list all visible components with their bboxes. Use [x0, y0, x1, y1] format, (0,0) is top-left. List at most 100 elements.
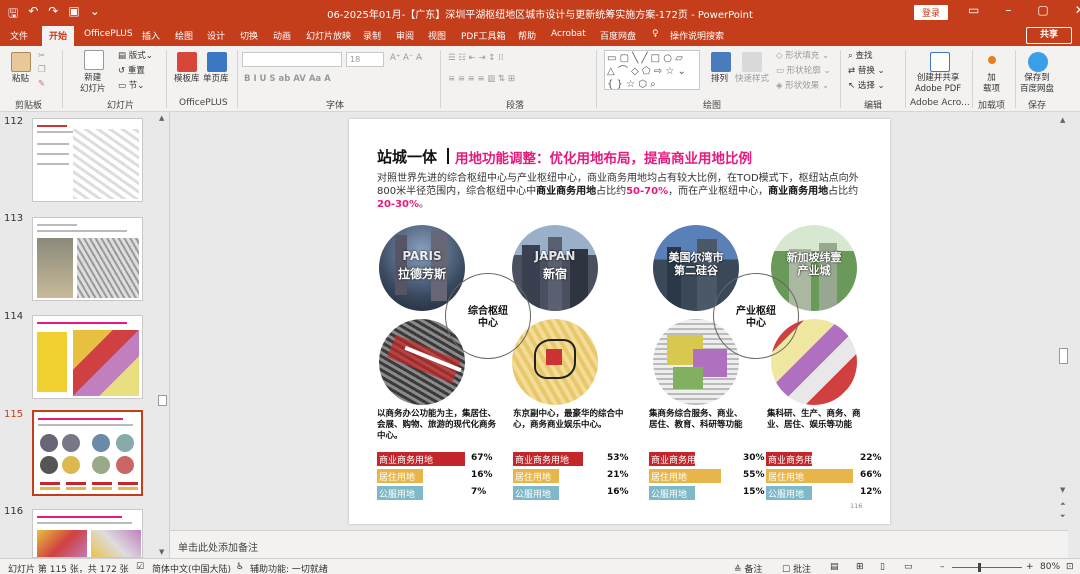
quick-style-button[interactable]: 快速样式 — [735, 74, 769, 85]
tab-slideshow[interactable]: 幻灯片放映 — [306, 29, 351, 42]
baidu-cloud-icon[interactable] — [1028, 52, 1048, 72]
normal-view-icon[interactable]: ▤ — [830, 562, 839, 572]
zoom-level[interactable]: 80% — [1040, 562, 1060, 572]
tab-draw[interactable]: 绘图 — [175, 29, 193, 42]
canvas-scroll-up-icon[interactable]: ▲ — [1060, 116, 1065, 124]
slideshow-icon[interactable]: ▭ — [904, 562, 913, 572]
thumbnail-scrollbar[interactable]: ▲ ▼ — [158, 112, 167, 558]
thumb-map — [91, 530, 141, 557]
arrange-icon[interactable] — [711, 52, 731, 72]
notes-pane[interactable]: 单击此处添加备注 — [170, 530, 1068, 558]
tab-view[interactable]: 视图 — [428, 29, 446, 42]
ribbon-display-icon[interactable]: ▭ — [968, 3, 979, 17]
tab-animations[interactable]: 动画 — [273, 29, 291, 42]
slide-sorter-icon[interactable]: ⊞ — [856, 562, 864, 572]
shape-effect-button[interactable]: ◈ 形状效果 ⌄ — [776, 81, 829, 92]
share-button[interactable]: 共享 — [1026, 27, 1072, 44]
slide-thumbnail-115[interactable] — [32, 410, 143, 496]
cut-icon[interactable]: ✂ — [38, 51, 45, 62]
tab-insert[interactable]: 插入 — [142, 29, 160, 42]
copy-icon[interactable]: ❐ — [38, 65, 46, 76]
canvas-scroll-thumb[interactable] — [1059, 348, 1068, 364]
fit-slide-icon[interactable]: ⊡ — [1066, 562, 1074, 572]
hub-label-industrial: 产业枢纽 中心 — [736, 306, 776, 329]
tab-transitions[interactable]: 切换 — [240, 29, 258, 42]
new-slide-button[interactable]: 新建 幻灯片 — [80, 73, 106, 95]
paste-button[interactable]: 粘贴 — [12, 74, 29, 85]
font-size-input[interactable]: 18 — [346, 52, 384, 67]
zoom-slider[interactable] — [952, 567, 1022, 568]
login-button[interactable]: 登录 — [914, 5, 949, 20]
tab-help[interactable]: 帮助 — [518, 29, 536, 42]
tab-officeplus[interactable]: OfficePLUS — [84, 29, 133, 39]
zoom-in-icon[interactable]: + — [1026, 562, 1034, 572]
scroll-down-icon[interactable]: ▼ — [159, 548, 164, 556]
tab-design[interactable]: 设计 — [207, 29, 225, 42]
format-painter-icon[interactable]: ✎ — [38, 79, 45, 90]
single-page-library-button[interactable]: 单页库 — [203, 74, 229, 85]
tab-file[interactable]: 文件 — [10, 29, 28, 42]
zoom-slider-thumb[interactable] — [978, 563, 981, 572]
maximize-icon[interactable]: ▢ — [1037, 3, 1048, 17]
slide-thumbnail-116[interactable] — [32, 509, 143, 558]
tab-pdf-toolbox[interactable]: PDF工具箱 — [461, 29, 506, 42]
replace-button[interactable]: ⇄ 替换 ⌄ — [848, 66, 885, 77]
tab-record[interactable]: 录制 — [363, 29, 381, 42]
shapes-gallery[interactable]: ▭ ▢ ╲ ╱ □ ○ ▱ △ ⌒ ◇ ⬠ ⇨ ☆ ⌄{ } ☆ ⬡ ⌕ — [604, 50, 700, 90]
slide-thumbnail-113[interactable] — [32, 217, 143, 301]
list-buttons[interactable]: ☰ ☷ ⇤ ⇥ ↕ ⁞⁞ — [448, 53, 504, 64]
tab-review[interactable]: 审阅 — [396, 29, 414, 42]
single-page-library-icon[interactable] — [207, 52, 227, 72]
shape-fill-button[interactable]: ◇ 形状填充 ⌄ — [776, 51, 829, 62]
font-name-input[interactable] — [242, 52, 342, 67]
prev-slide-icon[interactable]: ⏶ — [1060, 500, 1066, 509]
notes-placeholder[interactable]: 单击此处添加备注 — [178, 539, 258, 554]
land-use-label: 居住用地 — [379, 473, 416, 483]
create-share-pdf-button[interactable]: 创建并共享 Adobe PDF — [915, 73, 961, 95]
slide-canvas[interactable]: 站城一体 用地功能调整：优化用地布局，提高商业用地比例 对照世界先进的综合枢纽中… — [349, 119, 890, 524]
template-library-icon[interactable] — [177, 52, 197, 72]
tab-acrobat[interactable]: Acrobat — [551, 29, 586, 39]
title-divider — [447, 148, 449, 164]
save-to-baidu-button[interactable]: 保存到 百度网盘 — [1020, 73, 1054, 95]
arrange-button[interactable]: 排列 — [711, 74, 728, 85]
slide-thumbnail-112[interactable] — [32, 118, 143, 202]
scroll-thumb[interactable] — [158, 395, 167, 406]
city-label-cn: 新宿 — [542, 267, 567, 281]
minimize-icon[interactable]: – — [1005, 3, 1011, 17]
find-button[interactable]: ⌕ 查找 — [848, 51, 872, 62]
comments-toggle[interactable]: ☐ 批注 — [782, 562, 811, 574]
spellcheck-icon[interactable]: ☑ — [136, 562, 144, 572]
font-format-buttons[interactable]: B I U S ab AV Aa A — [244, 74, 331, 85]
align-buttons[interactable]: ≡ ≡ ≡ ≡ ▥ ⇅ ⊞ — [448, 74, 515, 85]
next-slide-icon[interactable]: ⏷ — [1060, 512, 1066, 521]
reset-button[interactable]: ↺ 重置 — [118, 66, 145, 77]
addins-button[interactable]: 加 载项 — [983, 73, 1000, 95]
tab-home[interactable]: 开始 — [42, 26, 75, 47]
tab-baidu-pan[interactable]: 百度网盘 — [600, 29, 636, 42]
land-use-bar: 公服用地 — [513, 486, 559, 500]
thumb-bar — [40, 487, 60, 490]
language-indicator[interactable]: 简体中文(中国大陆) — [152, 562, 231, 574]
addins-icon[interactable] — [988, 56, 996, 64]
quick-style-icon[interactable] — [742, 52, 762, 72]
layout-button[interactable]: ▤ 版式⌄ — [118, 51, 153, 62]
notes-toggle[interactable]: ≙ 备注 — [734, 562, 762, 574]
select-button[interactable]: ↖ 选择 ⌄ — [848, 81, 885, 92]
section-button[interactable]: ▭ 节⌄ — [118, 81, 144, 92]
thumb-circle — [116, 456, 134, 474]
new-slide-icon[interactable] — [84, 50, 104, 70]
font-grow-shrink[interactable]: A⁺ A⁻ A̶ — [390, 53, 422, 64]
slide-thumbnail-114[interactable] — [32, 315, 143, 399]
paste-icon[interactable] — [11, 52, 31, 72]
zoom-out-icon[interactable]: – — [940, 562, 945, 572]
scroll-up-icon[interactable]: ▲ — [159, 114, 164, 122]
template-library-button[interactable]: 模板库 — [174, 74, 200, 85]
close-icon[interactable]: ✕ — [1075, 3, 1080, 17]
reading-view-icon[interactable]: ▯ — [880, 562, 885, 572]
adobe-pdf-icon[interactable] — [930, 52, 950, 72]
tell-me-search[interactable]: 操作说明搜索 — [670, 29, 724, 42]
accessibility-status[interactable]: 辅助功能: 一切就绪 — [250, 562, 328, 574]
canvas-scroll-down-icon[interactable]: ▼ — [1060, 486, 1065, 494]
shape-outline-button[interactable]: ▭ 形状轮廓 ⌄ — [776, 66, 831, 77]
